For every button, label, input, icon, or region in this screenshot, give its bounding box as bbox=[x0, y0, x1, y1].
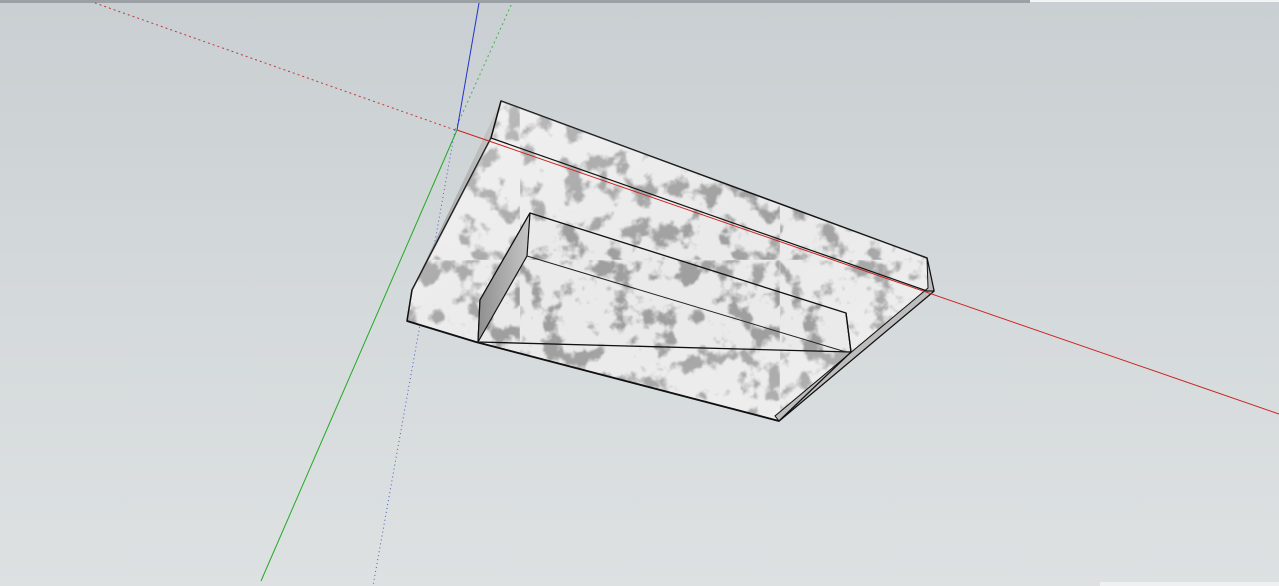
marble-slab-model[interactable] bbox=[406, 100, 935, 422]
modeling-viewport[interactable] bbox=[0, 0, 1279, 586]
z-axis-positive bbox=[456, 2, 480, 131]
scene-canvas[interactable] bbox=[0, 0, 1279, 586]
z-axis-negative bbox=[372, 129, 456, 586]
x-axis-negative bbox=[94, 2, 456, 131]
y-axis-positive bbox=[260, 129, 458, 582]
